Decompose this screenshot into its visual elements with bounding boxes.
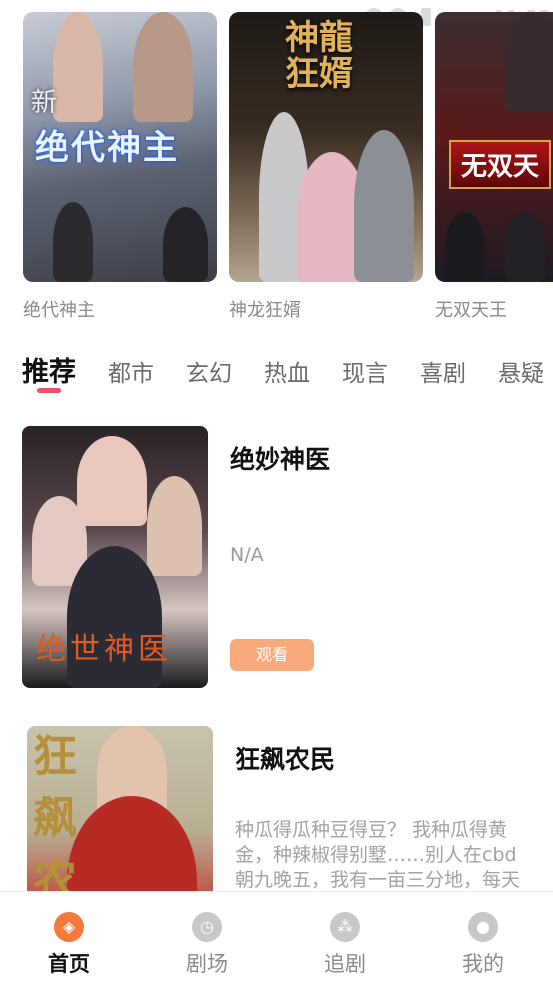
compass-icon: ◈ <box>54 912 84 942</box>
poster-title-art: 无双天 <box>449 140 552 189</box>
nav-label: 剧场 <box>186 952 228 976</box>
poster-image[interactable]: 无双天 <box>435 12 553 282</box>
carousel-title[interactable]: 无双天王 <box>435 296 553 322</box>
watch-button[interactable]: 观看 <box>230 639 314 671</box>
tab-action[interactable]: 热血 <box>264 354 310 388</box>
carousel-title[interactable]: 神龙狂婿 <box>229 296 423 322</box>
carousel-card[interactable]: 新 绝代神主 绝代神主 <box>23 12 217 322</box>
drama-description: N/A <box>230 544 264 566</box>
featured-carousel[interactable]: 新 绝代神主 绝代神主 神龍狂婿 神龙狂婿 无双天 无双天王 <box>0 12 553 322</box>
tab-recommended[interactable]: 推荐 <box>22 350 76 393</box>
clock-icon: ◷ <box>192 912 222 942</box>
tab-comedy[interactable]: 喜剧 <box>420 354 466 388</box>
poster-title-art: 绝代神主 <box>35 128 179 168</box>
poster-title-art: 狂飙农 <box>33 731 77 891</box>
poster-title-art: 绝世神医 <box>36 632 172 667</box>
carousel-card[interactable]: 神龍狂婿 神龙狂婿 <box>229 12 423 322</box>
carousel-title[interactable]: 绝代神主 <box>23 296 217 322</box>
poster-image[interactable]: 新 绝代神主 <box>23 12 217 282</box>
tab-label: 推荐 <box>22 357 76 388</box>
poster-title-art: 神龍狂婿 <box>285 18 353 94</box>
drama-poster[interactable]: 绝世神医 <box>22 426 208 688</box>
nav-label: 我的 <box>462 952 504 976</box>
tab-suspense[interactable]: 悬疑 <box>498 354 544 388</box>
nav-label: 追剧 <box>324 952 366 976</box>
nav-label: 首页 <box>48 952 90 976</box>
nav-theater[interactable]: ◷ 剧场 <box>138 892 276 984</box>
drama-title[interactable]: 绝妙神医 <box>230 440 330 476</box>
tab-fantasy[interactable]: 玄幻 <box>186 354 232 388</box>
list-item[interactable]: 狂飙农 狂飙农民 种瓜得瓜种豆得豆？ 我种瓜得黄金，种辣椒得别墅……别人在cbd… <box>27 726 553 891</box>
nav-home[interactable]: ◈ 首页 <box>0 892 138 984</box>
nav-profile[interactable]: ● 我的 <box>414 892 552 984</box>
profile-icon: ● <box>468 912 498 942</box>
tab-modern-romance[interactable]: 现言 <box>342 354 388 388</box>
tab-urban[interactable]: 都市 <box>108 354 154 388</box>
drama-poster[interactable]: 狂飙农 <box>27 726 213 891</box>
nav-following[interactable]: ⁂ 追剧 <box>276 892 414 984</box>
poster-image[interactable]: 神龍狂婿 <box>229 12 423 282</box>
drama-title[interactable]: 狂飙农民 <box>235 740 335 776</box>
list-item[interactable]: 绝世神医 绝妙神医 N/A 观看 <box>22 426 553 690</box>
drama-description: 种瓜得瓜种豆得豆？ 我种瓜得黄金，种辣椒得别墅……别人在cbd朝九晚五，我有一亩… <box>235 819 521 891</box>
carousel-card[interactable]: 无双天 无双天王 <box>435 12 553 322</box>
film-reel-icon: ⁂ <box>330 912 360 942</box>
poster-badge: 新 <box>31 88 58 118</box>
category-tabs: 推荐 都市 玄幻 热血 现言 喜剧 悬疑 <box>22 350 553 400</box>
bottom-navigation: ◈ 首页 ◷ 剧场 ⁂ 追剧 ● 我的 <box>0 891 553 984</box>
active-tab-indicator <box>37 388 61 393</box>
